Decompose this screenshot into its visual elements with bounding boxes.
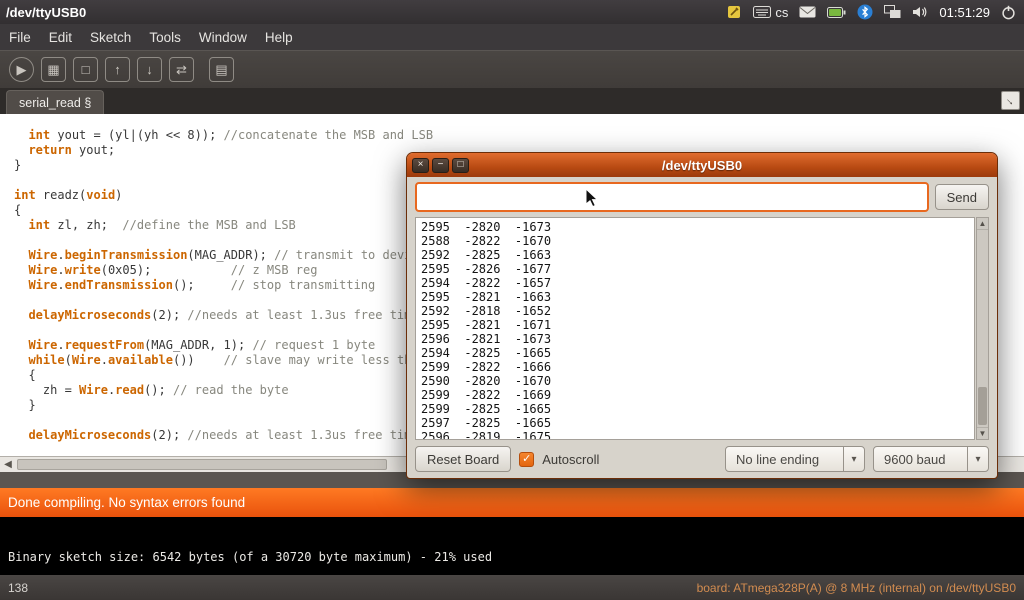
baud-chevron-down-icon[interactable]: ▾ [967,447,988,471]
serial-output[interactable]: 2595 -2820 -16732588 -2822 -16702592 -28… [415,217,975,440]
new-button[interactable]: □ [73,57,98,82]
serial-input-row: Send [407,177,997,217]
tab-menu-button[interactable]: → [1001,91,1020,110]
console-text: Binary sketch size: 6542 bytes (of a 307… [8,550,492,564]
window-maximize-button[interactable]: □ [452,158,469,173]
serial-controls: Reset Board ✓ Autoscroll No line ending … [407,440,997,478]
session-power-icon[interactable] [1001,5,1016,20]
serial-output-line: 2595 -2826 -1677 [421,262,969,276]
window-buttons: ×−□ [407,158,469,173]
keyboard-layout-indicator[interactable]: cs [753,5,788,20]
serial-output-line: 2595 -2821 -1671 [421,318,969,332]
toolbar-buttons: ▶ ▦ □ ↑ ↓ ⇄ ▤ [0,57,234,82]
serial-output-line: 2599 -2825 -1665 [421,402,969,416]
menu-window[interactable]: Window [190,30,256,45]
network-icon[interactable] [884,5,901,19]
tab-serial-read[interactable]: serial_read § [6,90,104,114]
mouse-cursor [585,188,599,213]
scroll-thumb[interactable] [978,387,987,425]
menu-bar: FileEditSketchToolsWindowHelp [0,24,1024,50]
serial-output-wrap: 2595 -2820 -16732588 -2822 -16702592 -28… [415,217,989,440]
upload-button[interactable]: ⇄ [169,57,194,82]
toolbar: ▶ ▦ □ ↑ ↓ ⇄ ▤ [0,50,1024,88]
tab-menu-arrow-icon: → [1002,92,1018,108]
keyboard-icon [753,6,771,18]
baud-dropdown[interactable]: 9600 baud ▾ [873,446,989,472]
stop-button[interactable]: ▦ [41,57,66,82]
battery-icon[interactable] [827,7,846,18]
open-button[interactable]: ↑ [105,57,130,82]
hscroll-left-arrow-icon[interactable]: ◀ [0,457,16,472]
window-title: /dev/ttyUSB0 [407,158,997,173]
serial-monitor-window: /dev/ttyUSB0 ×−□ Send 2595 -2820 -167325… [406,152,998,479]
send-button[interactable]: Send [935,184,989,210]
window-minimize-button[interactable]: − [432,158,449,173]
autoscroll-checkbox[interactable]: ✓ [519,452,534,467]
mail-icon[interactable] [799,6,816,18]
system-top-bar: /dev/ttyUSB0 cs [0,0,1024,24]
serial-output-line: 2590 -2820 -1670 [421,374,969,388]
menu-file[interactable]: File [0,30,40,45]
input-language-label: cs [775,5,788,20]
serial-scrollbar[interactable]: ▲ ▼ [976,217,989,440]
scroll-down-arrow-icon[interactable]: ▼ [977,427,988,439]
serial-output-line: 2594 -2822 -1657 [421,276,969,290]
screen: /dev/ttyUSB0 cs [0,0,1024,600]
serial-output-line: 2599 -2822 -1669 [421,388,969,402]
serial-output-line: 2592 -2818 -1652 [421,304,969,318]
status-bar: Done compiling. No syntax errors found [0,488,1024,517]
code-line: int yout = (yl|(yh << 8)); //concatenate… [14,128,1024,143]
verify-button[interactable]: ▶ [9,57,34,82]
save-button[interactable]: ↓ [137,57,162,82]
line-ending-chevron-down-icon[interactable]: ▾ [843,447,864,471]
menu-sketch[interactable]: Sketch [81,30,140,45]
window-titlebar[interactable]: /dev/ttyUSB0 ×−□ [407,153,997,177]
serial-output-line: 2596 -2819 -1675 [421,430,969,440]
system-tray: cs 01:51:29 [726,4,1024,20]
clock[interactable]: 01:51:29 [939,5,990,20]
active-window-title: /dev/ttyUSB0 [0,5,86,20]
scroll-up-arrow-icon[interactable]: ▲ [977,218,988,230]
notes-applet-icon[interactable] [726,4,742,20]
serial-output-line: 2597 -2825 -1665 [421,416,969,430]
reset-board-button[interactable]: Reset Board [415,446,511,472]
serial-output-line: 2592 -2825 -1663 [421,248,969,262]
menu-tools[interactable]: Tools [140,30,190,45]
tab-bar: serial_read § → [0,88,1024,114]
console: Binary sketch size: 6542 bytes (of a 307… [0,517,1024,575]
serial-output-line: 2595 -2821 -1663 [421,290,969,304]
volume-icon[interactable] [912,5,928,19]
line-ending-value: No line ending [726,447,843,471]
serial-output-line: 2594 -2825 -1665 [421,346,969,360]
autoscroll-label: Autoscroll [542,452,599,467]
hscroll-thumb[interactable] [17,459,387,470]
serial-output-line: 2595 -2820 -1673 [421,220,969,234]
serial-input[interactable] [415,182,929,212]
bluetooth-icon[interactable] [857,4,873,20]
serial-output-line: 2599 -2822 -1666 [421,360,969,374]
line-number: 138 [8,581,28,595]
window-close-button[interactable]: × [412,158,429,173]
serial-monitor-button[interactable]: ▤ [209,57,234,82]
menu-help[interactable]: Help [256,30,302,45]
status-message: Done compiling. No syntax errors found [8,495,245,510]
menu-edit[interactable]: Edit [40,30,81,45]
serial-output-line: 2596 -2821 -1673 [421,332,969,346]
line-ending-dropdown[interactable]: No line ending ▾ [725,446,865,472]
board-info: board: ATmega328P(A) @ 8 MHz (internal) … [697,581,1016,595]
footer: 138 board: ATmega328P(A) @ 8 MHz (intern… [0,575,1024,600]
serial-output-line: 2588 -2822 -1670 [421,234,969,248]
baud-value: 9600 baud [874,447,967,471]
